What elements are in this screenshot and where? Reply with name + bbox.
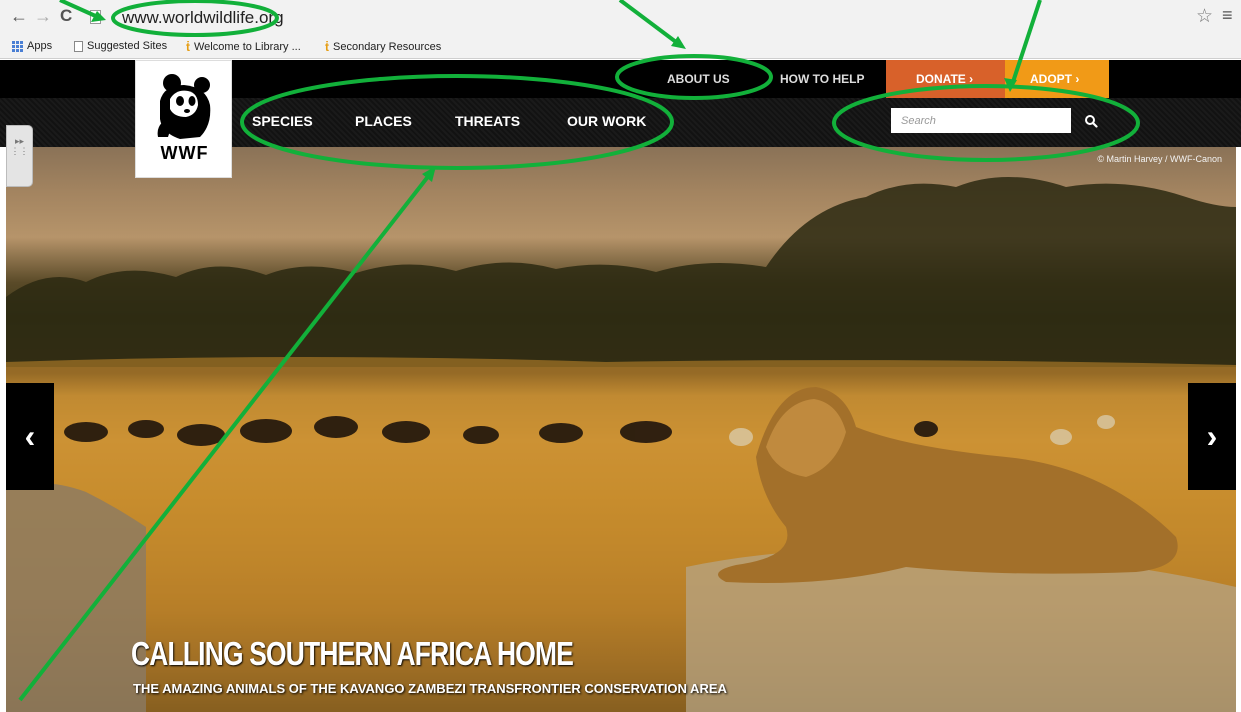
reload-icon[interactable]: C [60, 6, 72, 26]
about-us-link[interactable]: ABOUT US [667, 72, 730, 86]
bookmark-label: Secondary Resources [333, 41, 442, 53]
apps-grid-icon [12, 40, 23, 52]
nav-places[interactable]: PLACES [355, 113, 412, 129]
search-icon [1085, 114, 1098, 128]
wwf-wordmark: WWF [160, 143, 209, 163]
library-icon: ṫ [186, 40, 190, 54]
bookmark-apps[interactable]: Apps [12, 40, 52, 52]
bookmark-label: Welcome to Library ... [194, 41, 301, 53]
forward-arrow-icon[interactable]: → [34, 6, 52, 26]
library-icon: ṫ [325, 40, 329, 54]
browser-menu-icon[interactable]: ≡ [1222, 5, 1233, 26]
address-bar[interactable]: www.worldwildlife.org [122, 8, 284, 28]
nav-threats[interactable]: THREATS [455, 113, 520, 129]
sidebar-toggle-tab[interactable]: ▸▸ ⋮⋮ [6, 125, 33, 187]
carousel-prev-button[interactable]: ‹ [6, 383, 54, 490]
page-icon [90, 10, 101, 24]
photo-credit: © Martin Harvey / WWF-Canon [1097, 154, 1222, 164]
hero-subtitle: THE AMAZING ANIMALS OF THE KAVANGO ZAMBE… [133, 681, 727, 696]
nav-species[interactable]: SPECIES [252, 113, 313, 129]
search-input[interactable] [891, 108, 1071, 133]
panda-icon [157, 74, 211, 139]
chevron-left-icon: ‹ [24, 418, 36, 454]
carousel-next-button[interactable]: › [1188, 383, 1236, 490]
bookmark-label: Apps [27, 40, 53, 52]
how-to-help-link[interactable]: HOW TO HELP [780, 72, 864, 86]
bookmark-label: Suggested Sites [87, 40, 168, 52]
hero-title[interactable]: CALLING SOUTHERN AFRICA HOME [131, 635, 574, 673]
bookmark-secondary-resources[interactable]: ṫ Secondary Resources [325, 40, 441, 54]
bookmarks-bar: Apps Suggested Sites ṫ Welcome to Librar… [0, 37, 1241, 59]
bookmark-suggested-sites[interactable]: Suggested Sites [74, 40, 167, 52]
nav-our-work[interactable]: OUR WORK [567, 113, 646, 129]
chevron-right-icon: › [1206, 418, 1218, 454]
wwf-logo[interactable]: WWF [135, 60, 232, 178]
hero-photo [6, 177, 1236, 712]
back-arrow-icon[interactable]: ← [10, 6, 28, 26]
bookmark-star-icon[interactable]: ☆ [1196, 5, 1213, 28]
adopt-button[interactable]: ADOPT › [1005, 60, 1109, 98]
document-icon [74, 40, 83, 52]
bookmark-welcome-library[interactable]: ṫ Welcome to Library ... [186, 40, 301, 54]
donate-button[interactable]: DONATE › [886, 60, 1005, 98]
hero-carousel: © Martin Harvey / WWF-Canon ‹ › CALLING … [6, 147, 1236, 712]
browser-toolbar: ← → C www.worldwildlife.org ☆ ≡ [0, 0, 1241, 37]
search-button[interactable] [1076, 108, 1106, 133]
